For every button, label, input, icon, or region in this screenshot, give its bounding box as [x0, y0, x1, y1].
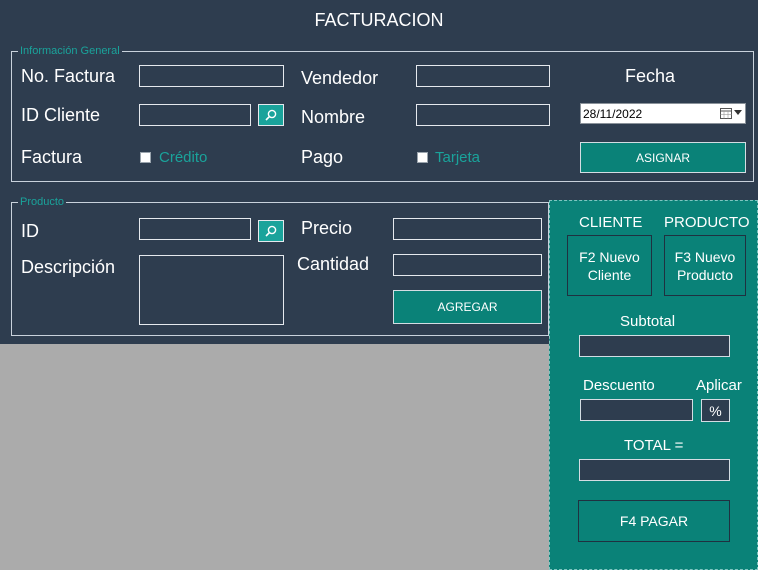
vendedor-label: Vendedor	[301, 68, 379, 88]
tarjeta-checkbox[interactable]	[417, 152, 428, 163]
precio-label: Precio	[301, 218, 353, 238]
precio-input[interactable]	[393, 218, 542, 240]
credito-checkbox[interactable]	[140, 152, 151, 163]
id-producto-label: ID	[21, 221, 39, 241]
search-icon	[265, 225, 277, 237]
nombre-input[interactable]	[416, 104, 550, 126]
pagar-button[interactable]: F4 PAGAR	[578, 500, 730, 542]
calendar-dropdown-icon[interactable]	[720, 107, 742, 119]
total-label: TOTAL =	[624, 437, 684, 454]
descripcion-textarea[interactable]	[139, 255, 284, 325]
descuento-label: Descuento	[583, 377, 655, 394]
nuevo-cliente-button[interactable]: F2 Nuevo Cliente	[567, 235, 652, 296]
factura-label: Factura	[21, 147, 83, 167]
producto-side-label: PRODUCTO	[664, 214, 750, 231]
pago-label: Pago	[301, 147, 344, 167]
asignar-button[interactable]: ASIGNAR	[580, 142, 746, 173]
producto-legend: Producto	[18, 195, 67, 209]
agregar-button[interactable]: AGREGAR	[393, 290, 542, 324]
nuevo-cliente-label: F2 Nuevo Cliente	[579, 248, 640, 283]
search-icon	[265, 109, 277, 121]
info-general-legend: Información General	[18, 44, 122, 58]
product-grid[interactable]	[0, 344, 549, 570]
search-producto-button[interactable]	[258, 220, 284, 242]
search-cliente-button[interactable]	[258, 104, 284, 126]
id-cliente-label: ID Cliente	[21, 105, 101, 125]
fecha-value: 28/11/2022	[583, 106, 643, 121]
no-factura-input[interactable]	[139, 65, 284, 87]
credito-label: Crédito	[159, 149, 208, 166]
nuevo-producto-label: F3 Nuevo Producto	[674, 248, 736, 283]
nuevo-producto-button[interactable]: F3 Nuevo Producto	[664, 235, 746, 296]
aplicar-label: Aplicar	[696, 377, 742, 394]
cliente-label: CLIENTE	[579, 214, 643, 231]
aplicar-descuento-button[interactable]: %	[701, 399, 730, 422]
cantidad-label: Cantidad	[297, 254, 370, 274]
descripcion-label: Descripción	[21, 257, 116, 277]
fecha-date-picker[interactable]: 28/11/2022	[580, 103, 746, 124]
window-title: FACTURACION	[314, 10, 444, 30]
cantidad-input[interactable]	[393, 254, 542, 276]
nombre-label: Nombre	[301, 107, 366, 127]
subtotal-field	[579, 335, 730, 357]
vendedor-input[interactable]	[416, 65, 550, 87]
total-field	[579, 459, 730, 481]
subtotal-label: Subtotal	[620, 313, 676, 330]
tarjeta-label: Tarjeta	[435, 149, 481, 166]
id-producto-input[interactable]	[139, 218, 251, 240]
fecha-label: Fecha	[625, 66, 676, 86]
id-cliente-input[interactable]	[139, 104, 251, 126]
no-factura-label: No. Factura	[21, 66, 116, 86]
descuento-input[interactable]	[580, 399, 693, 421]
